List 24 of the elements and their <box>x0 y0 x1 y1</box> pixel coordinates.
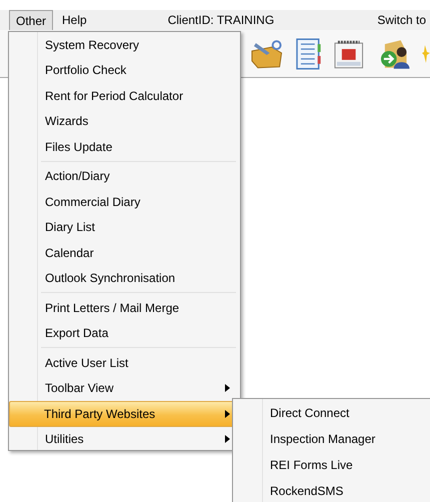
menu-item[interactable]: Commercial Diary <box>10 189 239 214</box>
menu-item[interactable]: Files Update <box>10 134 239 160</box>
menu-item[interactable]: Active User List <box>10 350 239 376</box>
menu-item[interactable]: Calendar <box>10 240 239 266</box>
menu-item[interactable]: Toolbar View <box>10 376 239 401</box>
switch-label: Switch to <box>377 12 427 29</box>
menu-item[interactable]: Action/Diary <box>10 164 239 189</box>
menu-item[interactable]: Export Data <box>10 320 239 346</box>
client-id-label: ClientID: TRAINING <box>168 12 274 29</box>
toolbox-icon[interactable] <box>250 38 284 68</box>
menu-bar-item[interactable]: Other <box>9 10 54 30</box>
calendar-icon[interactable] <box>333 38 365 68</box>
submenu-item[interactable]: RockendSMS <box>233 478 430 502</box>
menu-item[interactable]: System Recovery <box>10 32 239 58</box>
star-icon[interactable] <box>422 44 430 62</box>
submenu-item[interactable]: REI Forms Live <box>233 452 430 478</box>
menu-item[interactable]: Rent for Period Calculator <box>10 83 239 108</box>
list-icon[interactable] <box>296 38 322 70</box>
menu-item[interactable]: Portfolio Check <box>10 58 239 83</box>
menu-bar-item[interactable]: Help <box>55 10 94 30</box>
menu-item[interactable]: Outlook Synchronisation <box>10 266 239 291</box>
menu-item[interactable]: Diary List <box>10 214 239 240</box>
menu-item[interactable]: Wizards <box>10 108 239 134</box>
menu-item[interactable]: Print Letters / Mail Merge <box>10 295 239 320</box>
